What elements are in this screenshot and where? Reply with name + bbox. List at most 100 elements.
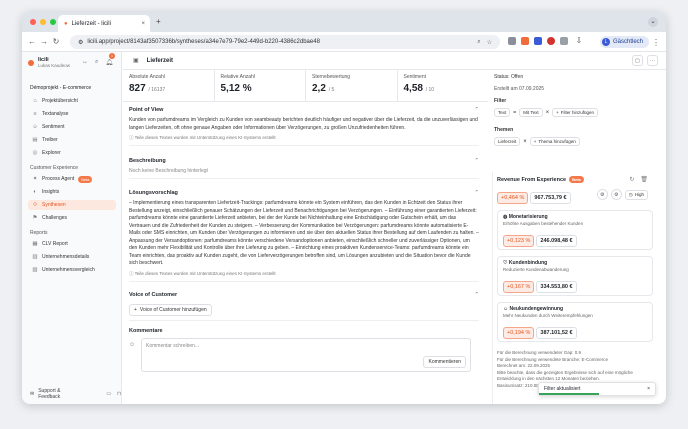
profile-button[interactable]: L Gäschtlech <box>600 36 650 48</box>
sidebar-item-label: Unternehmensvergleich <box>42 267 95 273</box>
project-selector[interactable]: Démoprojekt - E-commerce <box>30 85 91 91</box>
collapse-icon[interactable]: ⌃ <box>474 292 479 298</box>
comment-input[interactable]: Kommentar schreiben... Kommentieren <box>141 338 471 372</box>
reload-icon[interactable]: ↻ <box>50 37 62 46</box>
collapse-icon[interactable]: ⌃ <box>474 107 479 113</box>
user-icon: ☺ <box>129 342 136 348</box>
flag-icon: ⚑ <box>32 215 38 221</box>
browser-tab[interactable]: ● Lieferzeit - licili × <box>58 15 150 32</box>
download-icon[interactable]: ⇩ <box>573 36 585 45</box>
workspace-switcher[interactable]: licili Lukas Kaudeow <box>28 57 70 68</box>
close-icon[interactable]: × <box>647 386 650 392</box>
stat-label: Relative Anzahl <box>220 74 255 80</box>
sidebar-item-synthesen[interactable]: ⟐ Synthesen <box>28 200 116 210</box>
browser-window: ● Lieferzeit - licili × + ⌄ ← → ↻ ⚙ licili.… <box>22 12 666 404</box>
sidebar-item-clv-report[interactable]: ▦ CLV Report <box>28 239 116 249</box>
add-theme-button[interactable]: + Thema hinzufügen <box>529 137 580 146</box>
extension-icon[interactable] <box>508 36 516 45</box>
sidebar-item-treiber[interactable]: ▤ Treiber <box>28 135 116 145</box>
created-label: Erstellt am <box>494 86 518 92</box>
sidebar-item-challenges[interactable]: ⚑ Challenges <box>28 213 116 223</box>
collapse-icon[interactable]: ⌃ <box>474 190 479 196</box>
folder-icon[interactable]: ▭ <box>106 391 111 397</box>
collapse-icon[interactable]: ⌃ <box>474 158 479 164</box>
more-icon[interactable]: ⋯ <box>647 55 658 66</box>
sidebar-item-sentiment[interactable]: ☺ Sentiment <box>28 122 116 132</box>
trash-icon[interactable]: 🗑︎ <box>640 176 648 183</box>
stat-label: Absolute Anzahl <box>129 74 165 80</box>
close-window-button[interactable] <box>30 19 36 25</box>
remove-filter-icon[interactable]: × <box>546 110 550 116</box>
extension-icon[interactable] <box>547 36 555 45</box>
search-icon[interactable]: ⌕ <box>95 59 98 66</box>
plus-icon: + <box>533 139 537 144</box>
tab-search-icon[interactable]: ⌄ <box>648 17 658 27</box>
logo-icon <box>28 59 34 66</box>
sidebar-item-label: Synthesen <box>42 202 66 208</box>
card-title: Point of View <box>129 107 164 113</box>
card-title: Kommentare <box>129 328 163 334</box>
back-icon[interactable]: ← <box>26 37 38 46</box>
support-feedback-link[interactable]: ✉ Support & Feedback ▭ ⊓ <box>30 388 121 400</box>
sidebar-item-label: Unternehmensdetails <box>42 254 90 260</box>
forward-icon[interactable]: → <box>38 37 50 46</box>
theme-chip[interactable]: Lieferzeit <box>494 137 521 146</box>
stat-label: Sentiment <box>403 74 427 80</box>
subimpact-amount: 246.098,48 € <box>536 235 577 247</box>
user-plus-icon: ☺ <box>503 306 509 312</box>
expand-icon[interactable]: ↔ <box>82 59 88 66</box>
sidebar-item-unternehmensdetails[interactable]: ▥ Unternehmensdetails <box>28 252 116 262</box>
new-tab-button[interactable]: + <box>156 17 161 26</box>
plus-icon: + <box>134 307 137 313</box>
comment-icon[interactable]: ▢ <box>632 55 643 66</box>
url-input[interactable]: ⚙ licili.app/project/8143af3507336b/synth… <box>70 35 500 49</box>
stat-suffix: / 16137 <box>148 87 166 93</box>
solution-text: – Implementierung eines transparenten Li… <box>129 200 479 266</box>
filter-value-chip[interactable]: Mit Text <box>519 108 543 117</box>
sidebar-item-explorer[interactable]: ◎ Explorer <box>28 148 116 158</box>
stat-label: Sternebewertung <box>312 74 351 80</box>
agent-icon: ✦ <box>32 176 38 182</box>
zoom-icon[interactable]: ⌕ <box>477 39 480 46</box>
sidebar-item-process-agent[interactable]: ✦ Process Agent Beta <box>28 174 116 184</box>
minimize-window-button[interactable] <box>40 19 46 25</box>
add-filter-button[interactable]: + Filter hinzufügen <box>552 108 599 117</box>
browser-menu-icon[interactable]: ⋮ <box>650 38 662 47</box>
sidebar-item-unternehmensvergleich[interactable]: ▧ Unternehmensvergleich <box>28 265 116 275</box>
ai-note: Teile dieses Textes wurden mit Unterstüt… <box>134 270 276 276</box>
extensions-puzzle-icon[interactable] <box>560 36 568 45</box>
sidebar-item-projektuebersicht[interactable]: ⌂ Projektübersicht <box>28 96 116 106</box>
subimpact-desc: Mehr Neukunden durch Weiterempfehlungen <box>503 313 593 318</box>
pov-text: Kunden von parfumdreams im Vergleich zu … <box>129 117 478 131</box>
url-text: licili.app/project/8143af3507336b/synthe… <box>87 39 320 45</box>
close-tab-icon[interactable]: × <box>141 21 145 27</box>
page-header: ▣ Lieferzeit ▢ ⋯ <box>123 52 666 70</box>
filter-field-chip[interactable]: Text <box>494 108 511 117</box>
sidebar-toggle-icon[interactable]: ▣ <box>133 57 139 64</box>
maximize-window-button[interactable] <box>50 19 56 25</box>
sidebar-item-label: Treiber <box>42 137 58 143</box>
description-placeholder[interactable]: Noch keine Beschreibung hinterlegt <box>129 168 479 174</box>
bell-icon[interactable]: 🔔︎ <box>105 59 113 66</box>
sidebar-item-insights[interactable]: ◐ Insights <box>28 187 116 197</box>
coins-icon: ◍ <box>503 214 508 220</box>
comment-submit-button[interactable]: Kommentieren <box>423 356 466 368</box>
extension-icon[interactable] <box>534 36 542 45</box>
user-name: Lukas Kaudeow <box>38 63 71 68</box>
sidebar-item-textanalyse[interactable]: ≡ Textanalyse <box>28 109 116 119</box>
lock-icon[interactable]: ⊓ <box>117 391 121 397</box>
add-voice-of-customer-button[interactable]: + Voice of Customer hinzufügen <box>129 304 212 316</box>
gear-icon[interactable]: ⚙ <box>610 189 622 200</box>
extension-icon[interactable] <box>521 36 529 45</box>
level-select[interactable]: ◷ High <box>624 189 648 200</box>
remove-theme-icon[interactable]: × <box>523 139 527 145</box>
bookmark-star-icon[interactable]: ☆ <box>487 39 492 46</box>
refresh-icon[interactable]: ↻ <box>629 176 634 183</box>
sidebar-item-label: Explorer <box>42 150 61 156</box>
filter-operator: = <box>513 109 517 116</box>
synth-icon: ⟐ <box>32 201 38 208</box>
settings-icon[interactable]: ⚙ <box>596 189 608 200</box>
ai-info-icon: ⓘ <box>129 270 134 276</box>
site-info-icon[interactable]: ⚙ <box>78 39 83 46</box>
avatar: L <box>602 38 610 46</box>
